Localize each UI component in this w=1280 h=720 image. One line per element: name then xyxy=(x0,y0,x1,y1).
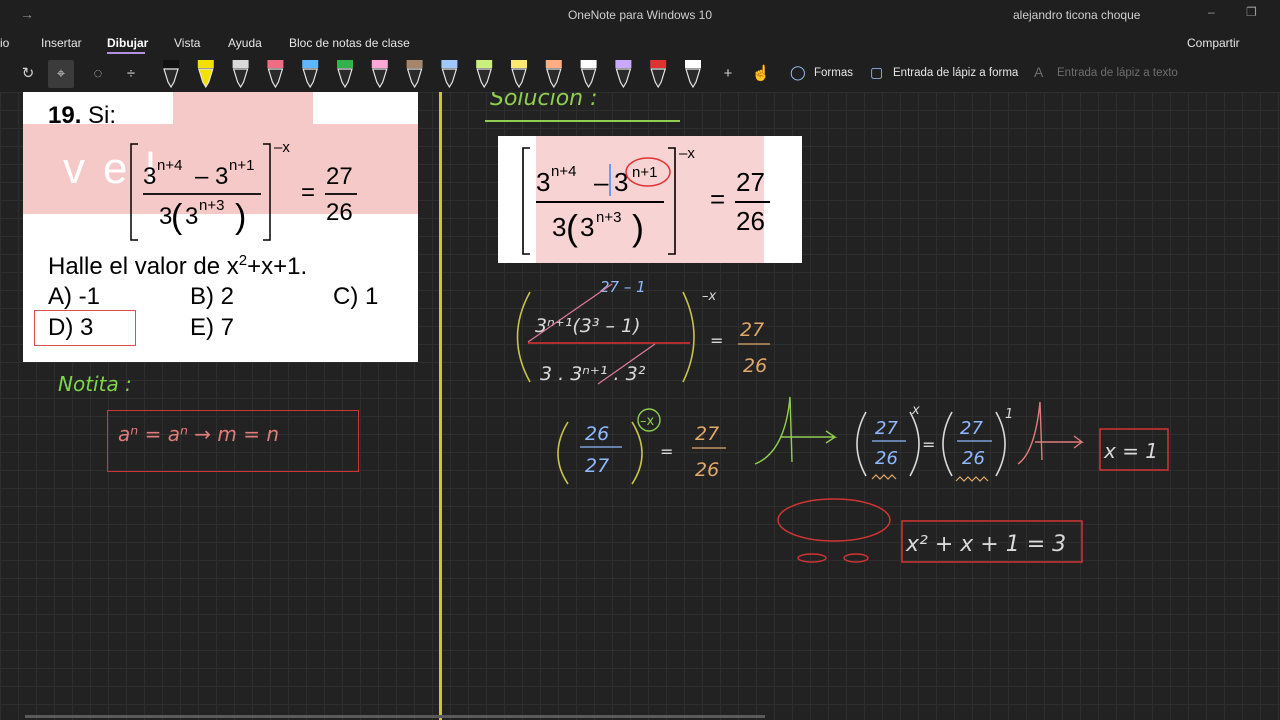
pen-14[interactable] xyxy=(615,60,632,89)
step1-exp: –x xyxy=(702,289,717,304)
ink-replay-icon[interactable]: ☝ xyxy=(748,60,774,88)
ink-to-shape-button[interactable]: Entrada de lápiz a forma xyxy=(893,67,1018,79)
user-name[interactable]: alejandro ticona choque xyxy=(1013,8,1140,22)
step2-rhs-den: 26 xyxy=(695,459,719,481)
pen-9[interactable] xyxy=(441,60,458,89)
pen-2[interactable] xyxy=(197,60,214,89)
tab-inicio[interactable]: io xyxy=(0,36,9,50)
pen-11[interactable] xyxy=(511,60,527,89)
horizontal-scrollbar[interactable] xyxy=(25,715,765,718)
share-button[interactable]: Compartir xyxy=(1187,36,1240,50)
step3-a-exp: x xyxy=(911,403,920,418)
final-equation: x² + x + 1 = 3 xyxy=(905,532,1066,557)
step2-exp: –x xyxy=(640,414,655,429)
minimize-button[interactable]: – xyxy=(1208,5,1215,19)
step1-rhs-den: 26 xyxy=(743,355,767,377)
pen-10[interactable] xyxy=(476,60,493,89)
pen-15[interactable] xyxy=(650,60,667,89)
tab-ayuda[interactable]: Ayuda xyxy=(228,36,262,50)
handwritten-steps: 27 – 1 3ⁿ⁺¹(3³ – 1) 3 . 3ⁿ⁺¹ . 3² –x = 2… xyxy=(516,278,1169,563)
step2-rhs-num: 27 xyxy=(695,423,719,445)
page-canvas[interactable]: vel 19. Si: 3 n+4 – 3 n+1 3 ( 3 n+3 ) –x… xyxy=(0,92,1280,720)
tab-bloc-de-notas-de-clase[interactable]: Bloc de notas de clase xyxy=(289,36,410,50)
pen-5[interactable] xyxy=(302,60,319,89)
ink-to-text-button: Entrada de lápiz a texto xyxy=(1057,67,1178,79)
step2-lhs-den: 27 xyxy=(585,455,609,477)
pen-7[interactable] xyxy=(371,60,388,89)
pen-3[interactable] xyxy=(232,60,249,89)
draw-toolbar: ↻ ⌖ ◌ ÷ + ☝ ◯ Formas ▢ Entrada de lápiz … xyxy=(0,56,1280,93)
svg-text:=: = xyxy=(710,331,723,350)
pen-4[interactable] xyxy=(267,60,284,89)
pen-6[interactable] xyxy=(337,60,353,89)
svg-text:=: = xyxy=(660,442,673,461)
step3-a-num: 27 xyxy=(875,418,898,439)
lasso-select-icon[interactable]: ◌ xyxy=(85,60,111,88)
tab-vista[interactable]: Vista xyxy=(174,36,200,50)
add-pen-icon[interactable]: + xyxy=(715,60,741,88)
ribbon-tabs: io Insertar Dibujar Vista Ayuda Bloc de … xyxy=(0,30,1280,82)
add-space-icon[interactable]: ÷ xyxy=(118,60,144,88)
step2-lhs-num: 26 xyxy=(585,423,609,445)
title-bar: → OneNote para Windows 10 alejandro tico… xyxy=(0,0,1280,30)
ink-to-shape-icon[interactable]: ▢ xyxy=(870,64,883,81)
ink-to-text-icon: A xyxy=(1034,64,1044,80)
pen-1[interactable] xyxy=(163,60,179,89)
redo-icon[interactable]: ↻ xyxy=(15,60,41,88)
step1-rhs-num: 27 xyxy=(740,319,764,341)
step3-b-num: 27 xyxy=(960,418,983,439)
tab-insertar[interactable]: Insertar xyxy=(41,36,82,50)
pen-12[interactable] xyxy=(545,60,562,89)
step3-a-den: 26 xyxy=(875,448,898,469)
step3-b-den: 26 xyxy=(962,448,985,469)
tab-dibujar[interactable]: Dibujar xyxy=(107,36,148,50)
step3-b-exp: 1 xyxy=(1005,407,1013,422)
active-tab-indicator xyxy=(107,52,145,54)
pen-13[interactable] xyxy=(580,60,597,89)
pen-16[interactable] xyxy=(685,60,701,89)
pen-8[interactable] xyxy=(406,60,423,89)
step1-denominator: 3 . 3ⁿ⁺¹ . 3² xyxy=(540,363,646,385)
restore-button[interactable]: ❐ xyxy=(1246,5,1257,19)
pen-palette[interactable] xyxy=(155,56,715,92)
shapes-button[interactable]: Formas xyxy=(814,67,853,79)
shapes-icon[interactable]: ◯ xyxy=(790,64,806,81)
result-x: x = 1 xyxy=(1103,439,1158,463)
svg-text:=: = xyxy=(922,435,935,454)
select-text-icon[interactable]: ⌖ xyxy=(48,60,74,88)
